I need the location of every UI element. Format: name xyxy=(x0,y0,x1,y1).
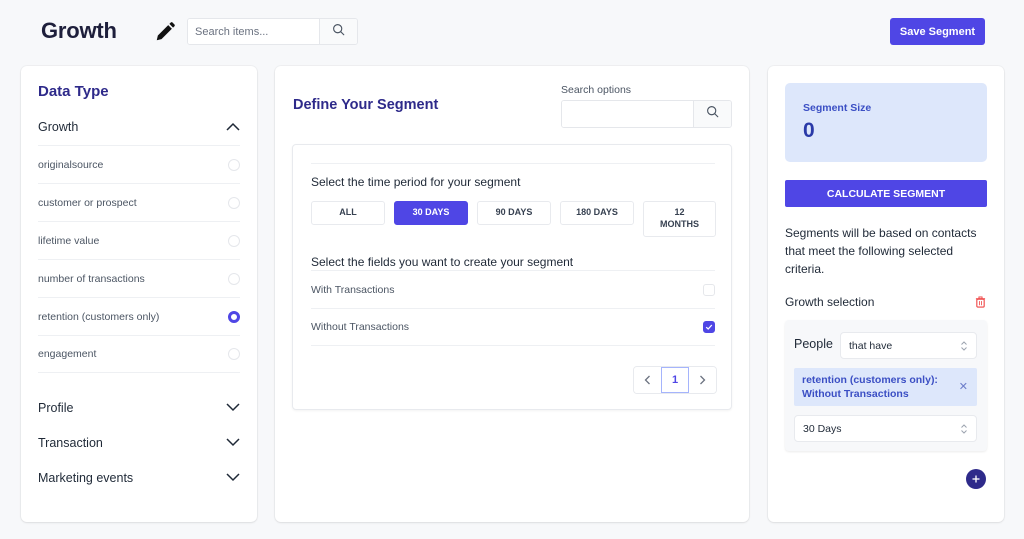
search-options-input[interactable] xyxy=(562,101,693,127)
define-segment-title: Define Your Segment xyxy=(293,97,439,113)
chevron-up-icon xyxy=(226,118,240,136)
period-all-button[interactable]: ALL xyxy=(311,201,385,225)
pencil-icon[interactable] xyxy=(154,21,176,43)
select-arrows-icon xyxy=(961,423,967,434)
search-icon xyxy=(332,23,345,41)
data-type-panel: Data Type Growth originalsource customer… xyxy=(21,66,257,522)
select-arrows-icon xyxy=(961,340,967,351)
period-12-months-button[interactable]: 12 MONTHS xyxy=(643,201,716,237)
radio-button[interactable] xyxy=(228,158,240,171)
search-options-label: Search options xyxy=(561,84,632,96)
page-number[interactable]: 1 xyxy=(661,367,689,393)
segment-size-box: Segment Size 0 xyxy=(785,83,987,162)
radio-button[interactable] xyxy=(228,348,240,360)
list-item-label: lifetime value xyxy=(38,234,100,247)
chevron-down-icon xyxy=(226,434,240,452)
list-item[interactable]: customer or prospect xyxy=(38,183,240,221)
data-type-list: originalsource customer or prospect life… xyxy=(38,145,240,373)
checkbox[interactable] xyxy=(703,283,715,296)
check-icon xyxy=(705,324,713,330)
list-item-label: customer or prospect xyxy=(38,196,137,209)
top-bar: Growth Save Segment xyxy=(0,0,1024,62)
search-icon xyxy=(706,105,719,123)
accordion-transaction[interactable]: Transaction xyxy=(38,433,240,453)
list-item-label: engagement xyxy=(38,348,97,360)
radio-button[interactable] xyxy=(228,272,240,285)
period-30-days-button[interactable]: 30 DAYS xyxy=(394,201,468,225)
radio-button-selected[interactable] xyxy=(228,310,240,323)
pagination: 1 xyxy=(633,366,717,394)
list-item-label: retention (customers only) xyxy=(38,310,160,323)
criteria-chip-text: retention (customers only): Without Tran… xyxy=(802,374,938,400)
search-options xyxy=(561,100,732,128)
list-item-label: originalsource xyxy=(38,158,104,171)
list-item[interactable]: engagement xyxy=(38,335,240,373)
segment-summary-panel: Segment Size 0 CALCULATE SEGMENT Segment… xyxy=(768,66,1004,522)
time-period-buttons: ALL 30 DAYS 90 DAYS 180 DAYS 12 MONTHS xyxy=(311,201,716,237)
time-period-label: Select the time period for your segment xyxy=(311,175,521,189)
top-search xyxy=(187,18,358,45)
define-segment-panel: Define Your Segment Search options Selec… xyxy=(275,66,749,522)
list-item-label: number of transactions xyxy=(38,272,145,285)
period-select[interactable]: 30 Days xyxy=(794,415,977,442)
save-segment-button[interactable]: Save Segment xyxy=(890,18,985,45)
field-list: With Transactions Without Transactions xyxy=(311,270,715,346)
segment-size-label: Segment Size xyxy=(803,102,872,114)
radio-button[interactable] xyxy=(228,234,240,247)
search-button[interactable] xyxy=(319,19,357,44)
segment-size-value: 0 xyxy=(803,119,815,142)
condition-select[interactable]: that have xyxy=(840,332,977,359)
checkbox-checked[interactable] xyxy=(703,321,715,333)
add-criteria-button[interactable] xyxy=(966,469,986,489)
accordion-profile[interactable]: Profile xyxy=(38,398,240,418)
accordion-label: Transaction xyxy=(38,436,103,450)
calculate-segment-button[interactable]: CALCULATE SEGMENT xyxy=(785,180,987,207)
field-item-label: With Transactions xyxy=(311,283,395,296)
divider xyxy=(311,163,715,164)
prev-page-button[interactable] xyxy=(634,367,661,393)
radio-button[interactable] xyxy=(228,196,240,209)
accordion-label: Marketing events xyxy=(38,471,134,485)
list-item[interactable]: originalsource xyxy=(38,145,240,183)
accordion-marketing-events[interactable]: Marketing events xyxy=(38,468,240,488)
list-item[interactable]: number of transactions xyxy=(38,259,240,297)
period-90-days-button[interactable]: 90 DAYS xyxy=(477,201,551,225)
chevron-right-icon xyxy=(700,375,706,385)
accordion-growth[interactable]: Growth xyxy=(38,117,240,137)
criteria-box: People that have retention (customers on… xyxy=(785,320,987,451)
chevron-down-icon xyxy=(226,469,240,487)
trash-icon[interactable] xyxy=(975,295,987,308)
criteria-description: Segments will be based on contacts that … xyxy=(785,226,977,276)
chevron-left-icon xyxy=(644,375,650,385)
criteria-chip: retention (customers only): Without Tran… xyxy=(794,368,977,406)
list-item[interactable]: retention (customers only) xyxy=(38,297,240,335)
chevron-down-icon xyxy=(226,399,240,417)
accordion-label: Growth xyxy=(38,120,79,134)
close-icon[interactable]: ✕ xyxy=(959,380,968,393)
plus-icon xyxy=(972,475,980,483)
accordion-label: Profile xyxy=(38,401,74,415)
next-page-button[interactable] xyxy=(689,367,716,393)
field-item[interactable]: Without Transactions xyxy=(311,308,715,346)
search-input[interactable] xyxy=(188,19,319,44)
list-item[interactable]: lifetime value xyxy=(38,221,240,259)
growth-selection-label: Growth selection xyxy=(785,295,875,309)
fields-label: Select the fields you want to create you… xyxy=(311,255,574,269)
field-item-label: Without Transactions xyxy=(311,321,410,333)
criteria-subject: People xyxy=(794,337,833,351)
period-180-days-button[interactable]: 180 DAYS xyxy=(560,201,634,225)
search-options-button[interactable] xyxy=(693,101,731,127)
condition-select-value: that have xyxy=(849,339,893,352)
page-title: Growth xyxy=(41,18,117,43)
segment-options-box: Select the time period for your segment … xyxy=(292,144,732,410)
field-item[interactable]: With Transactions xyxy=(311,270,715,308)
period-select-value: 30 Days xyxy=(803,422,842,435)
data-type-title: Data Type xyxy=(38,83,109,100)
